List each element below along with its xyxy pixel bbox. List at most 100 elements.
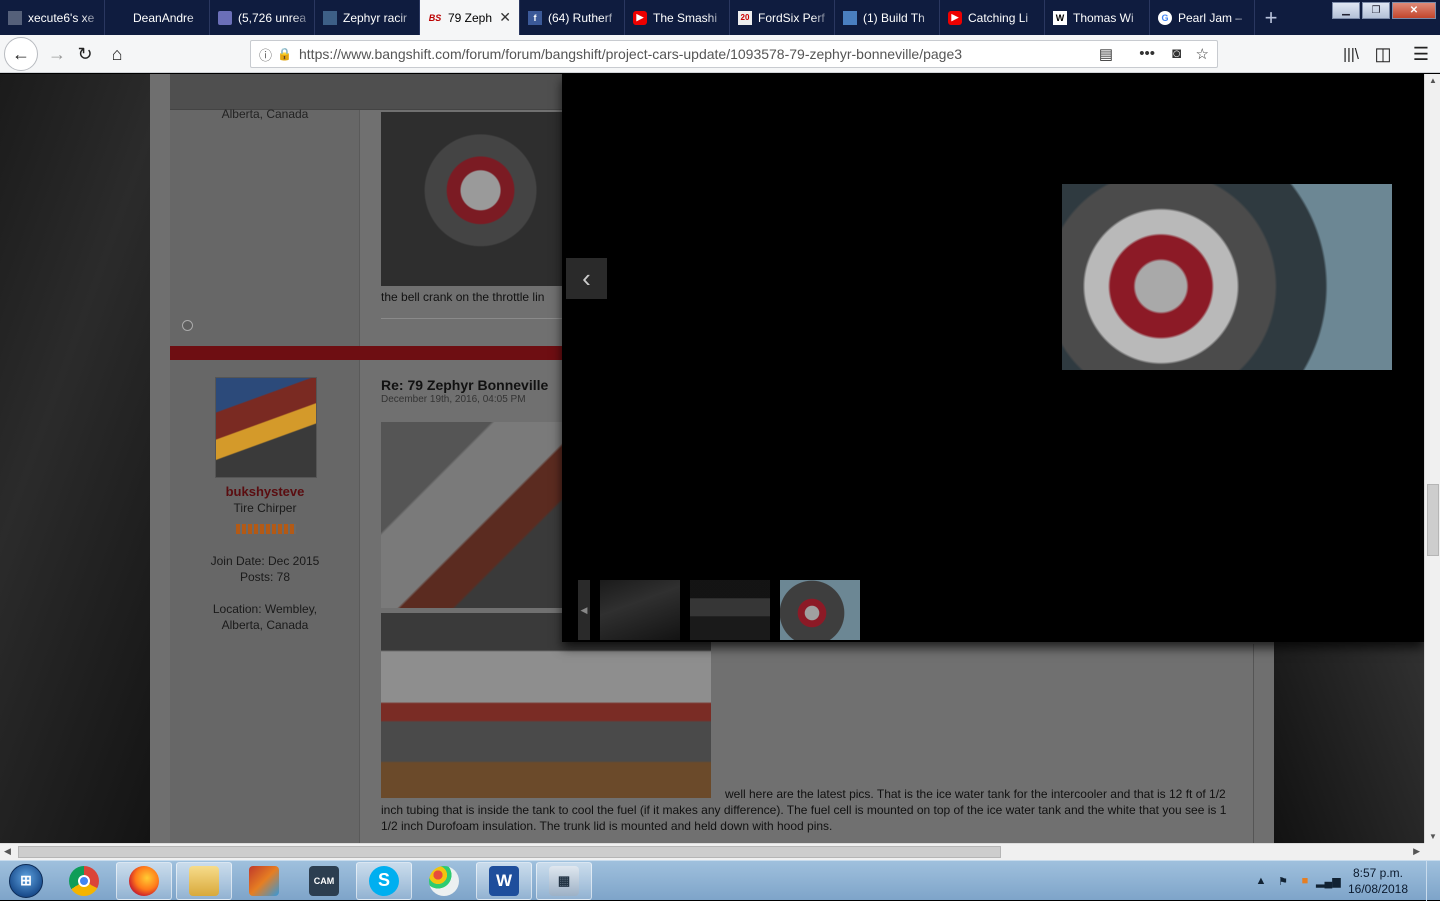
taskbar-firefox[interactable] — [116, 861, 172, 900]
clock-time: 8:57 p.m. — [1352, 866, 1404, 880]
scroll-up-icon[interactable]: ▲ — [1429, 76, 1437, 85]
site-icon — [843, 10, 857, 25]
post-title[interactable]: Re: 79 Zephyr Bonneville — [381, 377, 548, 393]
page-actions-icon[interactable]: ••• — [1139, 45, 1155, 62]
network-signal-icon[interactable]: ▂▄▆ — [1316, 875, 1341, 888]
horizontal-scroll-thumb[interactable] — [18, 846, 1001, 858]
tab-10[interactable]: W Thomas Wi — [1045, 0, 1150, 35]
bookmark-star-icon[interactable]: ☆ — [1196, 45, 1209, 63]
close-window-button[interactable]: ✕ — [1392, 2, 1436, 19]
firefox-icon — [129, 865, 159, 896]
vertical-scroll-thumb[interactable] — [1427, 484, 1439, 556]
post-image-engine[interactable] — [381, 112, 562, 286]
window-controls: ▁ ❐ ✕ — [1332, 2, 1436, 19]
scrollbar-corner — [1424, 843, 1440, 860]
prev-user-location: Alberta, Canada — [221, 107, 309, 121]
reload-button[interactable]: ↻ — [70, 39, 100, 69]
taskbar-skype[interactable]: S — [356, 861, 412, 900]
generic-icon — [113, 10, 127, 25]
thumbnail-scroll-left-button[interactable]: ◀ — [578, 580, 590, 640]
word-icon: W — [489, 865, 519, 896]
fordsix-icon: 20 — [738, 10, 752, 25]
scroll-down-icon[interactable]: ▼ — [1429, 832, 1437, 841]
avatar[interactable] — [215, 377, 317, 478]
tab-8[interactable]: (1) Build Th — [835, 0, 940, 35]
reputation-bar — [236, 524, 296, 534]
tab-active[interactable]: BS 79 Zeph ✕ — [420, 0, 520, 35]
forward-button[interactable]: → — [42, 39, 72, 69]
minimize-button[interactable]: ▁ — [1332, 2, 1360, 19]
lightbox-main-image[interactable] — [1062, 184, 1392, 370]
close-tab-icon[interactable]: ✕ — [499, 9, 511, 26]
chrome-icon — [69, 865, 99, 896]
tray-app-icon[interactable]: ■ — [1294, 875, 1316, 887]
youtube-icon: ▶ — [633, 10, 647, 25]
taskbar-paint[interactable] — [416, 862, 472, 900]
site-icon — [323, 10, 337, 25]
url-text[interactable]: https://www.bangshift.com/forum/forum/ba… — [299, 46, 1217, 62]
chevron-left-icon: ‹ — [582, 263, 591, 293]
action-center-flag-icon[interactable]: ⚑ — [1272, 875, 1294, 888]
reload-icon: ↻ — [77, 43, 93, 64]
taskbar-file-explorer[interactable] — [176, 861, 232, 900]
library-icon: |||\ — [1343, 45, 1359, 63]
generic-icon — [8, 10, 22, 25]
menu-button[interactable]: ☰ — [1406, 39, 1436, 69]
taskbar-paint-app[interactable] — [236, 862, 292, 900]
lightbox-thumbnail-selected[interactable] — [780, 580, 860, 640]
username-link[interactable]: bukshysteve — [170, 484, 360, 499]
taskbar-calculator[interactable]: ▦ — [536, 861, 592, 900]
tab-0[interactable]: xecute6's xe — [0, 0, 105, 35]
pocket-icon[interactable]: ◙ — [1172, 45, 1181, 62]
info-icon[interactable]: ⓘ — [259, 45, 277, 64]
user-location-line2: Alberta, Canada — [221, 618, 309, 632]
lightbox-prev-button[interactable]: ‹ — [566, 258, 607, 299]
taskbar-chrome[interactable] — [56, 862, 112, 900]
user-location: Location: Wembley, — [212, 602, 318, 616]
clock-date: 16/08/2018 — [1347, 882, 1409, 896]
taskbar-webcam-app[interactable]: CAM — [296, 862, 352, 900]
sidebar-button[interactable]: ◫ — [1368, 39, 1398, 69]
post-body-text: well here are the latest pics. That is t… — [381, 787, 1227, 833]
lightbox-thumbnail[interactable] — [600, 580, 680, 640]
library-button[interactable]: |||\ — [1336, 39, 1366, 69]
prev-post-caption: the bell crank on the throttle lin — [381, 290, 545, 304]
clock[interactable]: 8:57 p.m. 16/08/2018 — [1338, 865, 1418, 897]
horizontal-scrollbar[interactable]: ◀ ▶ — [0, 843, 1424, 860]
tab-strip: xecute6's xe DeanAndre (5,726 unrea Zeph… — [0, 0, 1440, 35]
windows-taskbar: ⊞ CAM S W ▦ ▲ ⚑ ■ ▂▄▆ 8:57 p.m. 16/08/20… — [0, 860, 1440, 901]
lightbox-thumbnail[interactable] — [690, 580, 770, 640]
webcam-icon: CAM — [309, 865, 339, 896]
reader-view-icon[interactable]: ▤ — [1099, 45, 1113, 63]
restore-button[interactable]: ❐ — [1362, 2, 1390, 19]
start-button[interactable]: ⊞ — [0, 861, 52, 901]
tab-6[interactable]: ▶ The Smashi — [625, 0, 730, 35]
show-hidden-icons-icon[interactable]: ▲ — [1250, 875, 1272, 887]
taskbar-word[interactable]: W — [476, 861, 532, 900]
vertical-scrollbar[interactable]: ▲ ▼ — [1424, 74, 1440, 843]
home-button[interactable]: ⌂ — [102, 39, 132, 69]
post-date: December 19th, 2016, 04:05 PM — [381, 394, 526, 405]
back-button[interactable]: ← — [4, 37, 38, 71]
image-lightbox: ‹ ◀ — [562, 74, 1424, 642]
address-bar[interactable]: ⓘ 🔒 https://www.bangshift.com/forum/foru… — [250, 40, 1218, 68]
post-image-tank[interactable] — [381, 422, 562, 608]
post-select-radio[interactable] — [182, 320, 193, 331]
paint-brush-icon — [249, 865, 279, 896]
tab-7[interactable]: 20 FordSix Perf — [730, 0, 835, 35]
tab-2[interactable]: (5,726 unrea — [210, 0, 315, 35]
scroll-left-icon[interactable]: ◀ — [4, 846, 11, 857]
show-desktop-button[interactable] — [1426, 861, 1440, 901]
join-date: Join Date: Dec 2015 — [210, 554, 320, 568]
tab-5[interactable]: f (64) Rutherf — [520, 0, 625, 35]
sidebar-icon: ◫ — [1374, 43, 1392, 64]
tab-11[interactable]: G Pearl Jam – — [1150, 0, 1255, 35]
arrow-left-icon: ← — [12, 43, 30, 64]
scroll-right-icon[interactable]: ▶ — [1413, 846, 1420, 857]
tab-1[interactable]: DeanAndre — [105, 0, 210, 35]
navigation-bar: ← → ↻ ⌂ ⓘ 🔒 https://www.bangshift.com/fo… — [0, 35, 1440, 73]
mail-icon — [218, 10, 232, 25]
tab-3[interactable]: Zephyr racir — [315, 0, 420, 35]
tab-9[interactable]: ▶ Catching Li — [940, 0, 1045, 35]
new-tab-button[interactable]: + — [1255, 0, 1287, 35]
